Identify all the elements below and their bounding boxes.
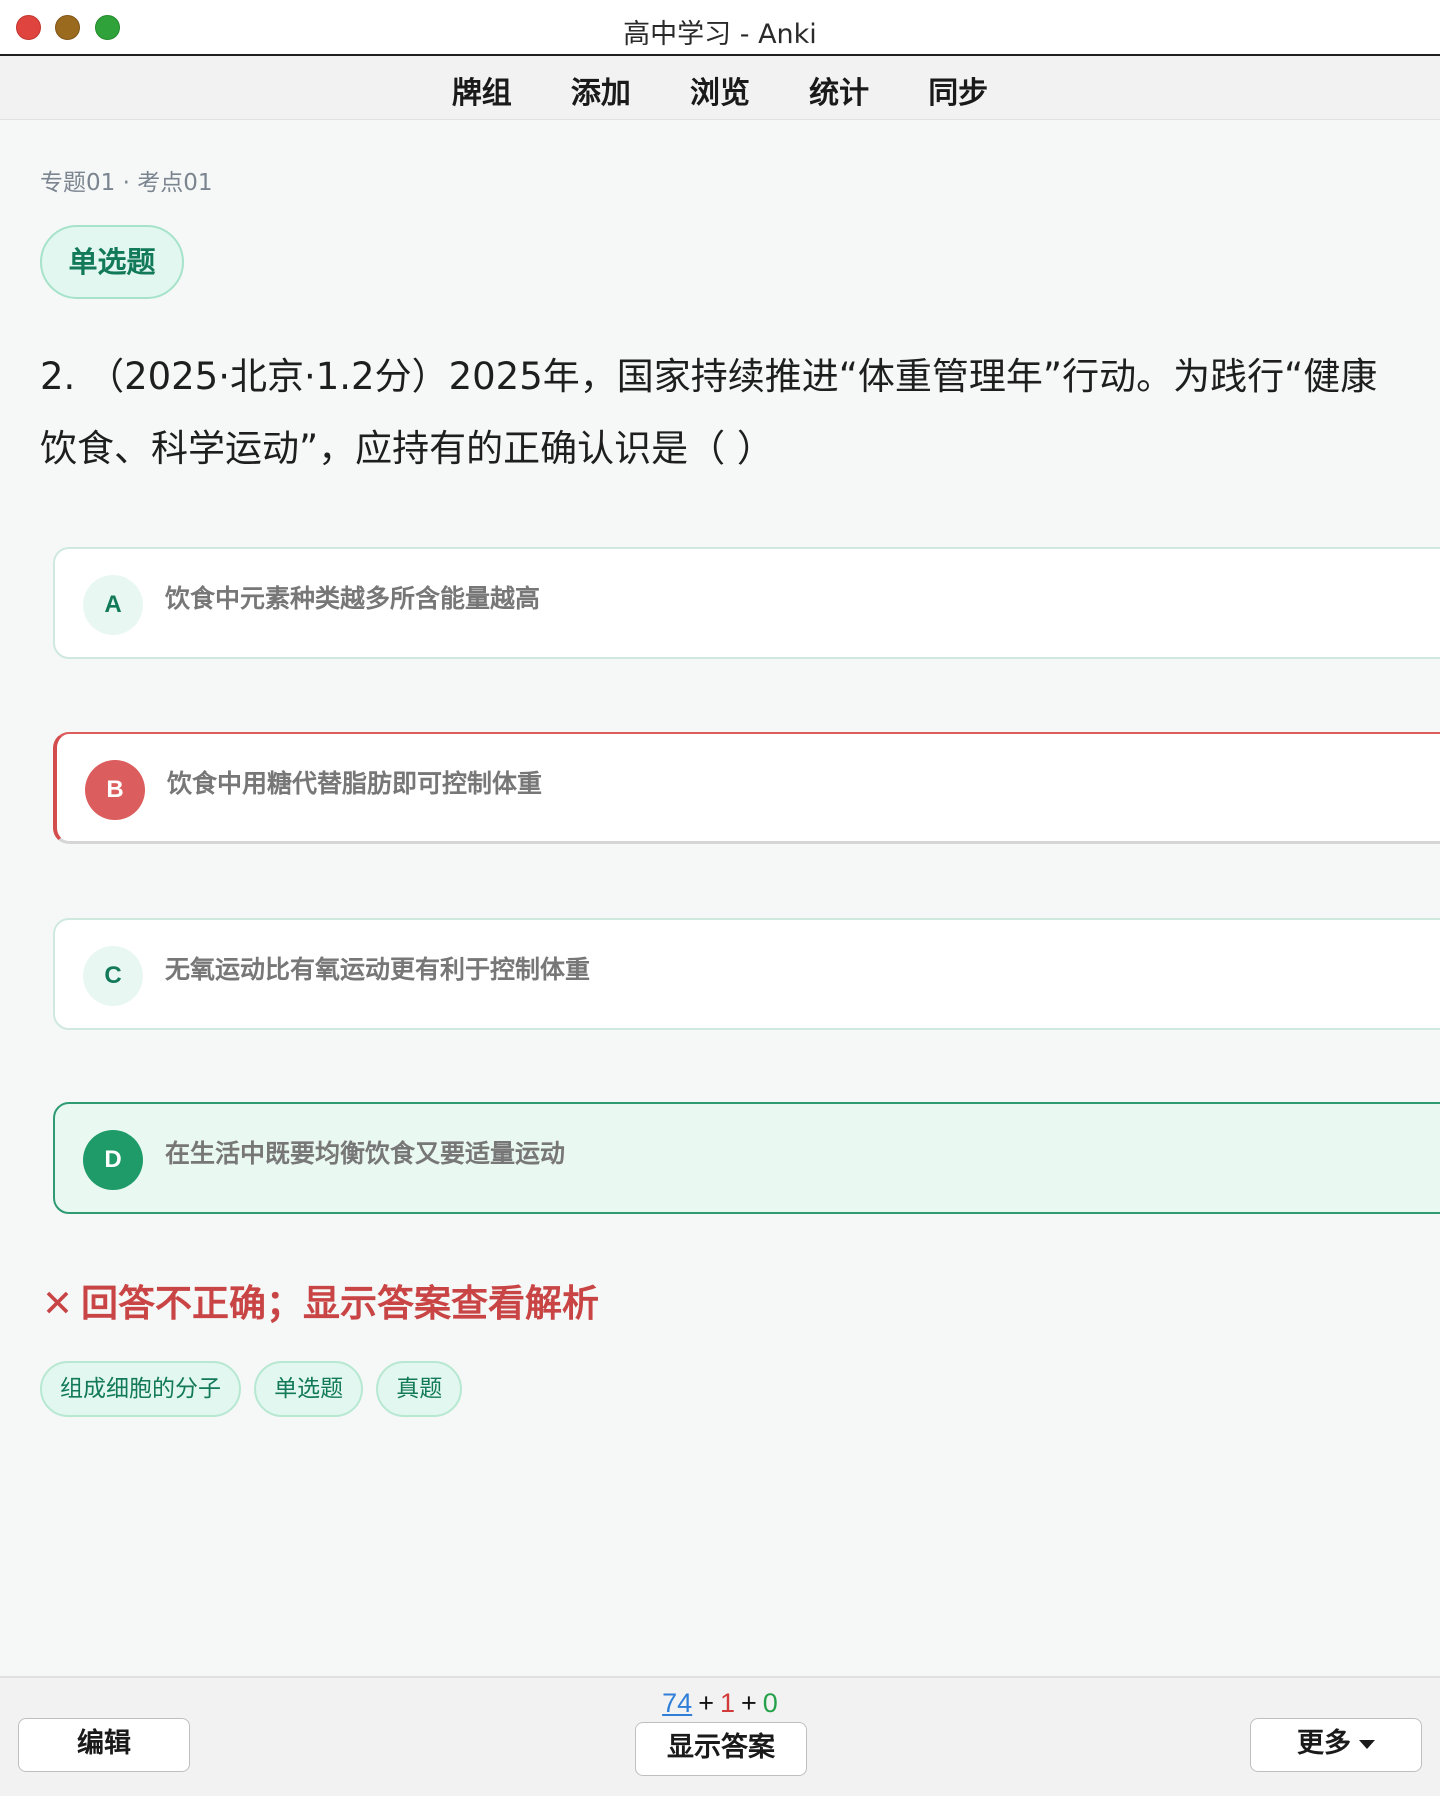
learn-count: 1 (719, 1688, 736, 1718)
cross-icon: ✕ (42, 1282, 74, 1325)
option-letter: D (83, 1130, 143, 1190)
title-bar: 高中学习 - Anki (0, 0, 1440, 56)
anki-window: 高中学习 - Anki 牌组 添加 浏览 统计 同步 专题01 · 考点01 单… (0, 0, 1440, 1796)
nav-browse[interactable]: 浏览 (690, 68, 750, 112)
plus-separator: + (741, 1688, 757, 1718)
more-button[interactable]: 更多 (1250, 1718, 1422, 1772)
tag[interactable]: 组成细胞的分子 (40, 1361, 241, 1417)
more-label: 更多 (1297, 1728, 1351, 1759)
option-letter: C (83, 946, 143, 1006)
nav-stats[interactable]: 统计 (809, 68, 869, 112)
tag-list: 组成细胞的分子 单选题 真题 (40, 1361, 470, 1417)
answer-result-message: ✕ 回答不正确；显示答案查看解析 (42, 1273, 599, 1327)
window-title: 高中学习 - Anki (623, 19, 817, 50)
review-count: 0 (762, 1688, 778, 1718)
due-counts: 74 +1 +0 (0, 1688, 1440, 1719)
show-answer-button[interactable]: 显示答案 (635, 1722, 807, 1776)
option-a[interactable]: A 饮食中元素种类越多所含能量越高 (53, 547, 1440, 659)
question-text: 2. （2025·北京·1.2分）2025年，国家持续推进“体重管理年”行动。为… (40, 355, 1378, 470)
option-text: 在生活中既要均衡饮食又要适量运动 (165, 1139, 566, 1168)
caret-down-icon (1359, 1740, 1375, 1749)
question-type-badge: 单选题 (40, 225, 184, 299)
review-bottom-bar: 74 +1 +0 编辑 显示答案 更多 (0, 1676, 1440, 1796)
option-b[interactable]: B 饮食中用糖代替脂肪即可控制体重 (53, 732, 1440, 844)
top-toolbar: 牌组 添加 浏览 统计 同步 (0, 56, 1440, 120)
nav-decks[interactable]: 牌组 (452, 68, 512, 112)
nav-sync[interactable]: 同步 (928, 68, 988, 112)
option-text: 饮食中元素种类越多所含能量越高 (165, 584, 541, 613)
option-letter: B (85, 760, 145, 820)
nav-add[interactable]: 添加 (571, 68, 631, 112)
tag[interactable]: 真题 (376, 1361, 463, 1417)
tag[interactable]: 单选题 (254, 1361, 364, 1417)
option-c[interactable]: C 无氧运动比有氧运动更有利于控制体重 (53, 918, 1440, 1030)
plus-separator: + (698, 1688, 714, 1718)
edit-button[interactable]: 编辑 (18, 1718, 190, 1772)
result-text: 回答不正确；显示答案查看解析 (81, 1282, 600, 1325)
option-text: 饮食中用糖代替脂肪即可控制体重 (167, 769, 543, 798)
option-letter: A (83, 575, 143, 635)
option-text: 无氧运动比有氧运动更有利于控制体重 (165, 955, 591, 984)
option-d[interactable]: D 在生活中既要均衡饮食又要适量运动 (53, 1102, 1440, 1214)
card-review-area: 专题01 · 考点01 单选题 2. （2025·北京·1.2分）2025年，国… (0, 121, 1440, 1676)
new-count[interactable]: 74 (662, 1688, 692, 1718)
breadcrumb: 专题01 · 考点01 (40, 170, 213, 196)
